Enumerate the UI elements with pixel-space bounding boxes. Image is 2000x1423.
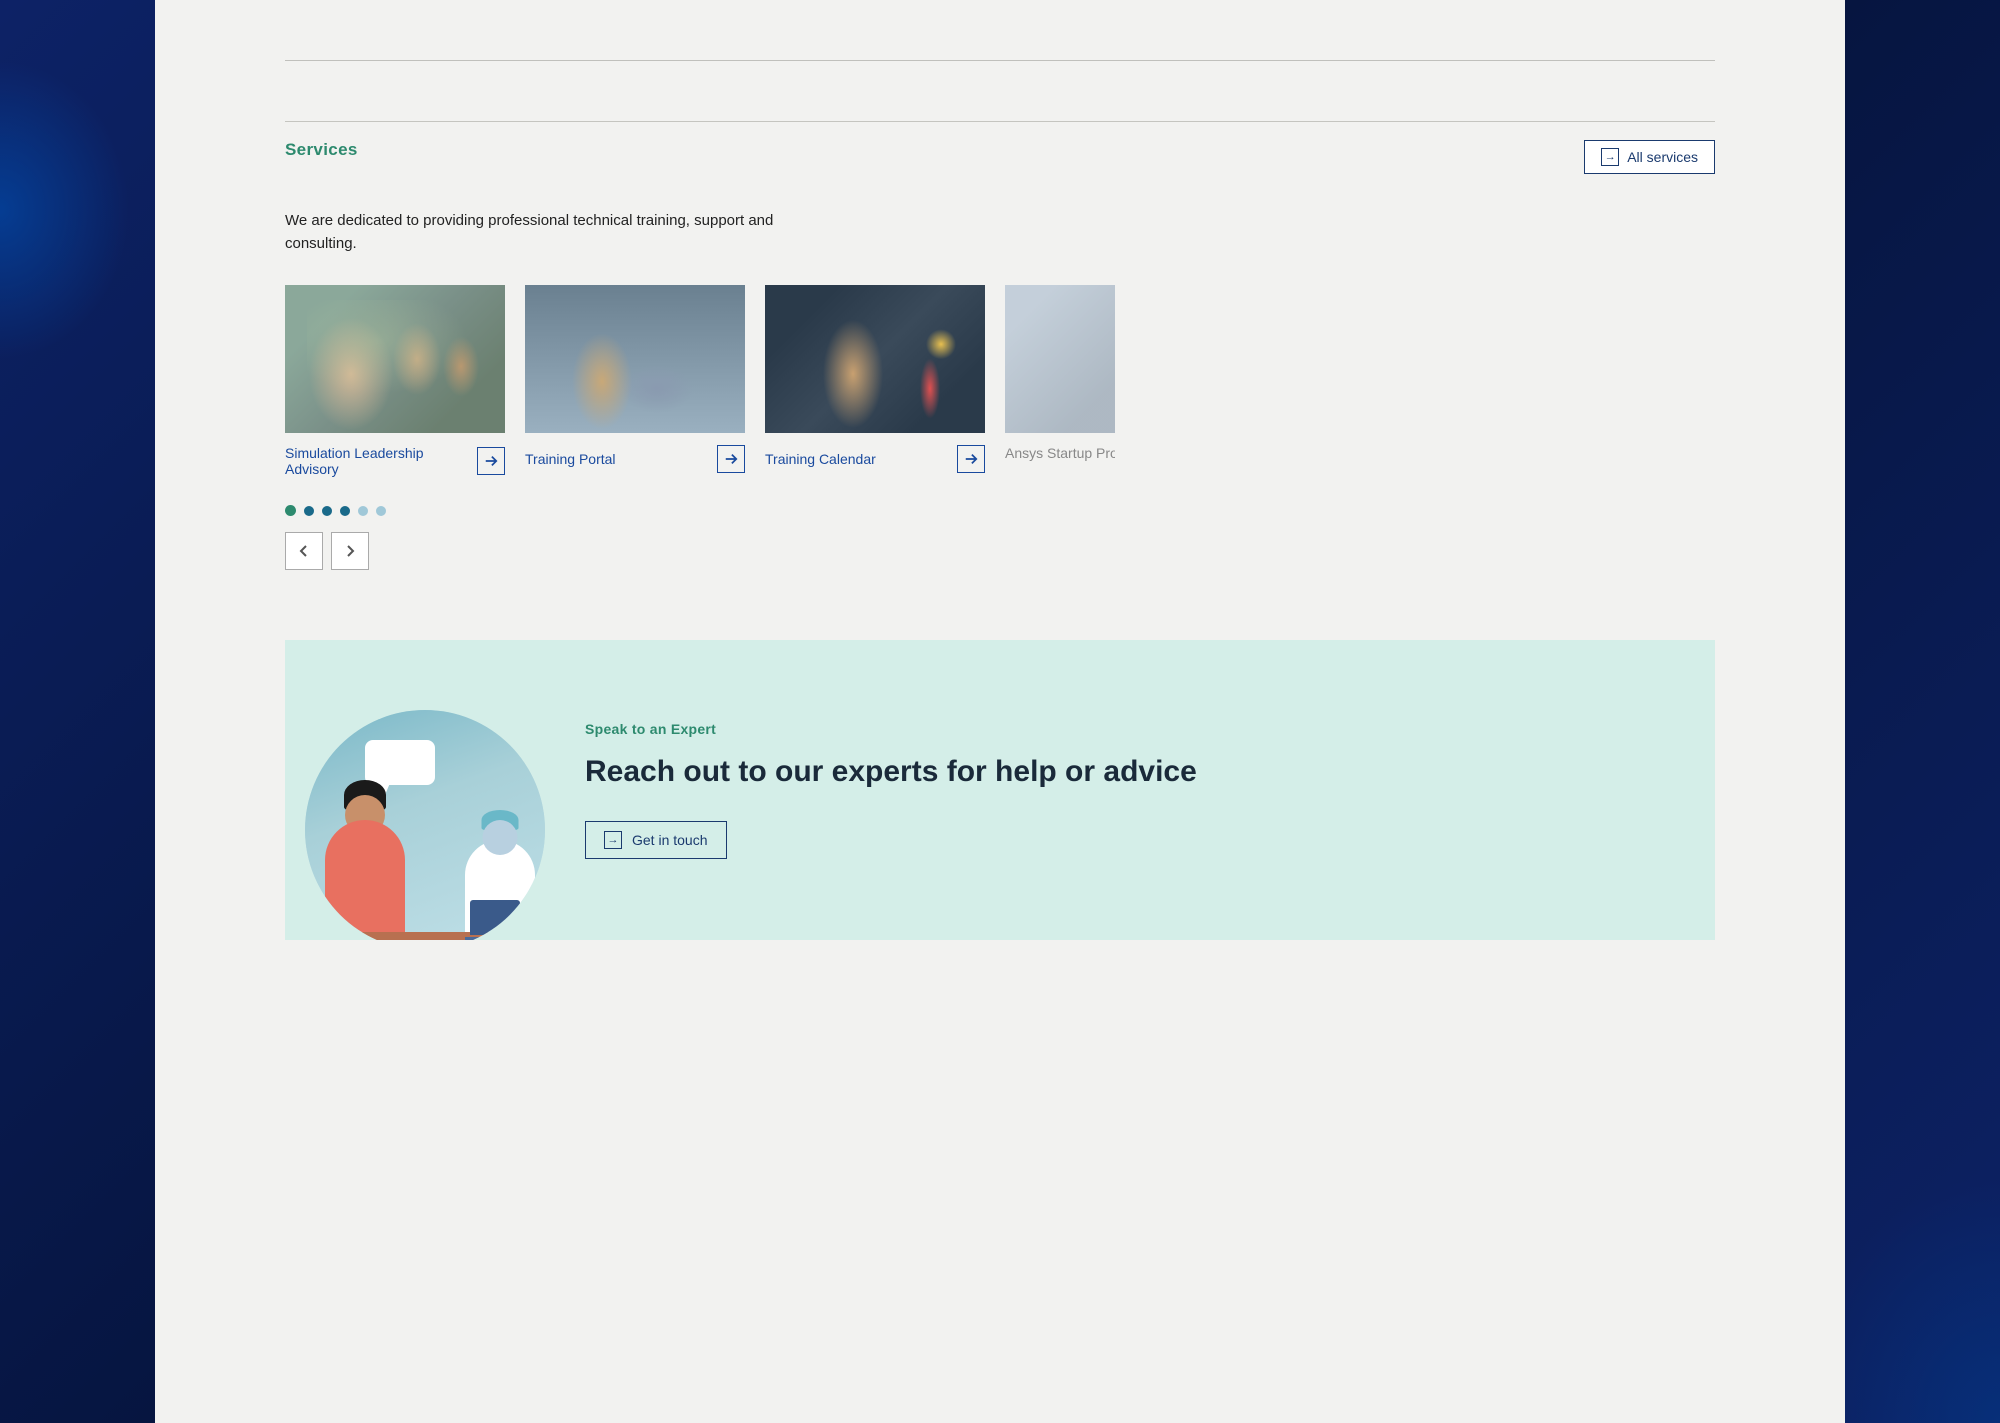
dot-1[interactable] bbox=[285, 505, 296, 516]
person2-head bbox=[483, 820, 518, 855]
dot-2[interactable] bbox=[304, 506, 314, 516]
card-photo-3 bbox=[765, 285, 985, 433]
expert-label: Speak to an Expert bbox=[585, 721, 1655, 737]
card-image-4 bbox=[1005, 285, 1115, 433]
get-in-touch-icon: → bbox=[604, 831, 622, 849]
service-card-1[interactable]: Simulation Leadership Advisory bbox=[285, 285, 505, 477]
get-in-touch-button[interactable]: → Get in touch bbox=[585, 821, 727, 859]
all-services-arrow-icon: → bbox=[1601, 148, 1619, 166]
service-card-2[interactable]: Training Portal bbox=[525, 285, 745, 477]
service-card-4-partial[interactable]: Ansys Startup Program bbox=[1005, 285, 1115, 477]
nav-arrows bbox=[285, 532, 1715, 570]
card-photo-4 bbox=[1005, 285, 1115, 433]
speech-bubble bbox=[365, 740, 435, 785]
person1 bbox=[325, 820, 405, 940]
bg-accent-left bbox=[0, 60, 130, 360]
person1-body bbox=[325, 820, 405, 940]
chevron-left-icon bbox=[296, 543, 312, 559]
arrow-right-icon-3 bbox=[964, 452, 978, 466]
card-image-1 bbox=[285, 285, 505, 433]
card-image-2 bbox=[525, 285, 745, 433]
card-arrow-btn-3[interactable] bbox=[957, 445, 985, 473]
expert-title: Reach out to our experts for help or adv… bbox=[585, 753, 1655, 791]
expert-content: Speak to an Expert Reach out to our expe… bbox=[545, 640, 1715, 940]
circle-inner bbox=[305, 710, 545, 940]
services-header: Services → All services bbox=[285, 121, 1715, 192]
all-services-button[interactable]: → All services bbox=[1584, 140, 1715, 174]
card-title-4: Ansys Startup Program bbox=[1005, 445, 1115, 461]
card-arrow-btn-1[interactable] bbox=[477, 447, 505, 475]
cards-row: Simulation Leadership Advisory Training … bbox=[285, 285, 1715, 477]
service-card-3[interactable]: Training Calendar bbox=[765, 285, 985, 477]
chevron-right-icon bbox=[342, 543, 358, 559]
card-title-1: Simulation Leadership Advisory bbox=[285, 445, 469, 477]
card-photo-1 bbox=[285, 285, 505, 433]
card-title-3: Training Calendar bbox=[765, 451, 876, 467]
dot-5[interactable] bbox=[358, 506, 368, 516]
services-description: We are dedicated to providing profession… bbox=[285, 210, 785, 255]
card-photo-2 bbox=[525, 285, 745, 433]
get-in-touch-label: Get in touch bbox=[632, 832, 708, 848]
services-section: Services → All services We are dedicated… bbox=[155, 61, 1845, 610]
card-title-row-3: Training Calendar bbox=[765, 445, 985, 473]
card-title-row-2: Training Portal bbox=[525, 445, 745, 473]
arrow-right-icon-1 bbox=[484, 454, 498, 468]
services-label: Services bbox=[285, 140, 358, 160]
expert-section: Speak to an Expert Reach out to our expe… bbox=[285, 640, 1715, 940]
card-title-2: Training Portal bbox=[525, 451, 616, 467]
circle-illustration bbox=[305, 710, 545, 940]
all-services-label: All services bbox=[1627, 149, 1698, 165]
pagination-dots bbox=[285, 505, 1715, 516]
dot-4[interactable] bbox=[340, 506, 350, 516]
prev-button[interactable] bbox=[285, 532, 323, 570]
card-title-row-1: Simulation Leadership Advisory bbox=[285, 445, 505, 477]
card-arrow-btn-2[interactable] bbox=[717, 445, 745, 473]
card-image-3 bbox=[765, 285, 985, 433]
dot-6[interactable] bbox=[376, 506, 386, 516]
arrow-right-icon-2 bbox=[724, 452, 738, 466]
dot-3[interactable] bbox=[322, 506, 332, 516]
next-button[interactable] bbox=[331, 532, 369, 570]
expert-illustration bbox=[285, 640, 545, 940]
laptop bbox=[470, 900, 520, 935]
main-content: Services → All services We are dedicated… bbox=[155, 0, 1845, 1423]
